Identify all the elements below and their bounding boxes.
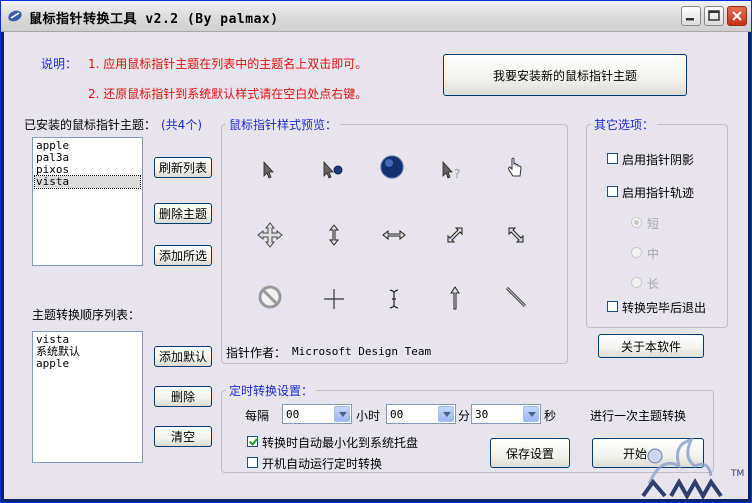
installed-themes-label: 已安装的鼠标指针主题： (24, 118, 157, 132)
close-icon (732, 11, 742, 21)
seconds-value: 30 (475, 408, 489, 421)
description-line-1: 1. 应用鼠标指针主题在列表中的主题名上双击即可。 (88, 57, 368, 71)
installed-themes-list[interactable]: apple pal3a pixos vista (32, 137, 143, 266)
hours-value: 00 (286, 408, 300, 421)
exit-after-convert-checkbox[interactable] (607, 301, 618, 312)
add-selected-button[interactable]: 添加所选 (154, 245, 212, 266)
delete-theme-button[interactable]: 删除主题 (154, 203, 212, 224)
install-theme-button[interactable]: 我要安装新的鼠标指针主题 (443, 54, 687, 96)
handwriting-cursor-icon (505, 286, 527, 308)
order-list-label: 主题转换顺序列表： (32, 308, 141, 322)
chevron-down-icon[interactable] (334, 406, 350, 422)
run-at-startup-checkbox[interactable] (247, 457, 258, 468)
description-line-2: 2. 还原鼠标指针到系统默认样式请在空白处点右键。 (88, 87, 368, 101)
chevron-down-icon[interactable] (438, 406, 454, 422)
timer-group-label: 定时转换设置： (226, 382, 317, 399)
order-list[interactable]: vista 系统默认 apple (32, 331, 143, 463)
window-title: 鼠标指针转换工具 v2.2 (By palmax) (29, 12, 279, 27)
text-select-cursor-icon (389, 289, 399, 309)
minimize-to-tray-label[interactable]: 转换时自动最小化到系统托盘 (262, 434, 418, 451)
close-button[interactable] (727, 6, 747, 26)
list-item[interactable]: apple (35, 358, 140, 370)
minimize-icon (686, 18, 694, 21)
seconds-select[interactable]: 30 (471, 404, 541, 424)
delete-order-item-button[interactable]: 删除 (154, 386, 212, 407)
diagonal-resize-nw-cursor-icon (508, 227, 524, 243)
options-group-label: 其它选项： (591, 116, 658, 133)
pointer-trail-checkbox[interactable] (607, 186, 618, 197)
timer-every-label: 每隔 (245, 409, 270, 423)
move-cursor-icon (257, 222, 283, 248)
arrow-cursor-icon (263, 160, 274, 179)
pointer-shadow-label[interactable]: 启用指针阴影 (622, 151, 694, 168)
vertical-resize-cursor-icon (328, 224, 340, 246)
app-icon (8, 10, 22, 22)
preview-group-label: 鼠标指针样式预览： (226, 116, 341, 133)
minutes-value: 00 (390, 408, 404, 421)
app-window: 鼠标指针转换工具 v2.2 (By palmax) 说明： 1. 应用鼠标指针主… (0, 0, 752, 503)
hand-cursor-icon (508, 157, 522, 177)
busy-cursor-icon (380, 155, 404, 179)
trail-medium-label: 中 (647, 247, 660, 261)
run-at-startup-label[interactable]: 开机自动运行定时转换 (262, 455, 382, 472)
timer-suffix-label: 进行一次主题转换 (590, 409, 687, 423)
pointer-trail-label[interactable]: 启用指针轨迹 (622, 184, 694, 201)
minutes-unit-label: 分 (458, 409, 471, 423)
client-area: 说明： 1. 应用鼠标指针主题在列表中的主题名上双击即可。 2. 还原鼠标指针到… (4, 32, 748, 499)
alternate-select-cursor-icon (450, 286, 460, 310)
pointer-shadow-checkbox[interactable] (607, 153, 618, 164)
trail-short-radio[interactable] (631, 217, 642, 228)
trail-short-label: 短 (647, 217, 660, 231)
clear-order-button[interactable]: 清空 (154, 426, 212, 447)
save-settings-button[interactable]: 保存设置 (490, 438, 570, 468)
trail-long-label: 长 (647, 277, 660, 291)
precision-select-cursor-icon (324, 289, 344, 309)
about-button[interactable]: 关于本软件 (598, 334, 704, 358)
watermark-logo-icon: TM (641, 437, 744, 500)
working-cursor-icon (323, 160, 343, 179)
title-bar[interactable]: 鼠标指针转换工具 v2.2 (By palmax) (1, 1, 751, 32)
installed-themes-count: (共4个) (161, 118, 202, 132)
chevron-down-icon[interactable] (523, 406, 539, 422)
maximize-button[interactable] (704, 6, 724, 26)
add-default-button[interactable]: 添加默认 (154, 346, 212, 367)
pointer-author-label: 指针作者： (226, 346, 287, 360)
diagonal-resize-ne-cursor-icon (447, 227, 463, 243)
minimize-button[interactable] (681, 6, 701, 26)
exit-after-convert-label[interactable]: 转换完毕后退出 (622, 299, 706, 316)
list-item-selected[interactable]: vista (34, 175, 141, 189)
help-cursor-icon: ? (442, 160, 460, 181)
trail-medium-radio[interactable] (631, 247, 642, 258)
maximize-icon (708, 10, 720, 21)
svg-text:TM: TM (730, 469, 744, 479)
minutes-select[interactable]: 00 (386, 404, 456, 424)
svg-text:?: ? (454, 167, 460, 181)
seconds-unit-label: 秒 (544, 409, 557, 423)
refresh-list-button[interactable]: 刷新列表 (154, 157, 212, 178)
description-label: 说明： (41, 57, 78, 71)
minimize-to-tray-checkbox[interactable] (247, 436, 258, 447)
pointer-author-name: Microsoft Design Team (292, 345, 432, 358)
trail-long-radio[interactable] (631, 277, 642, 288)
hours-select[interactable]: 00 (282, 404, 352, 424)
horizontal-resize-cursor-icon (382, 229, 406, 241)
unavailable-cursor-icon (258, 285, 282, 309)
hours-unit-label: 小时 (356, 409, 381, 423)
